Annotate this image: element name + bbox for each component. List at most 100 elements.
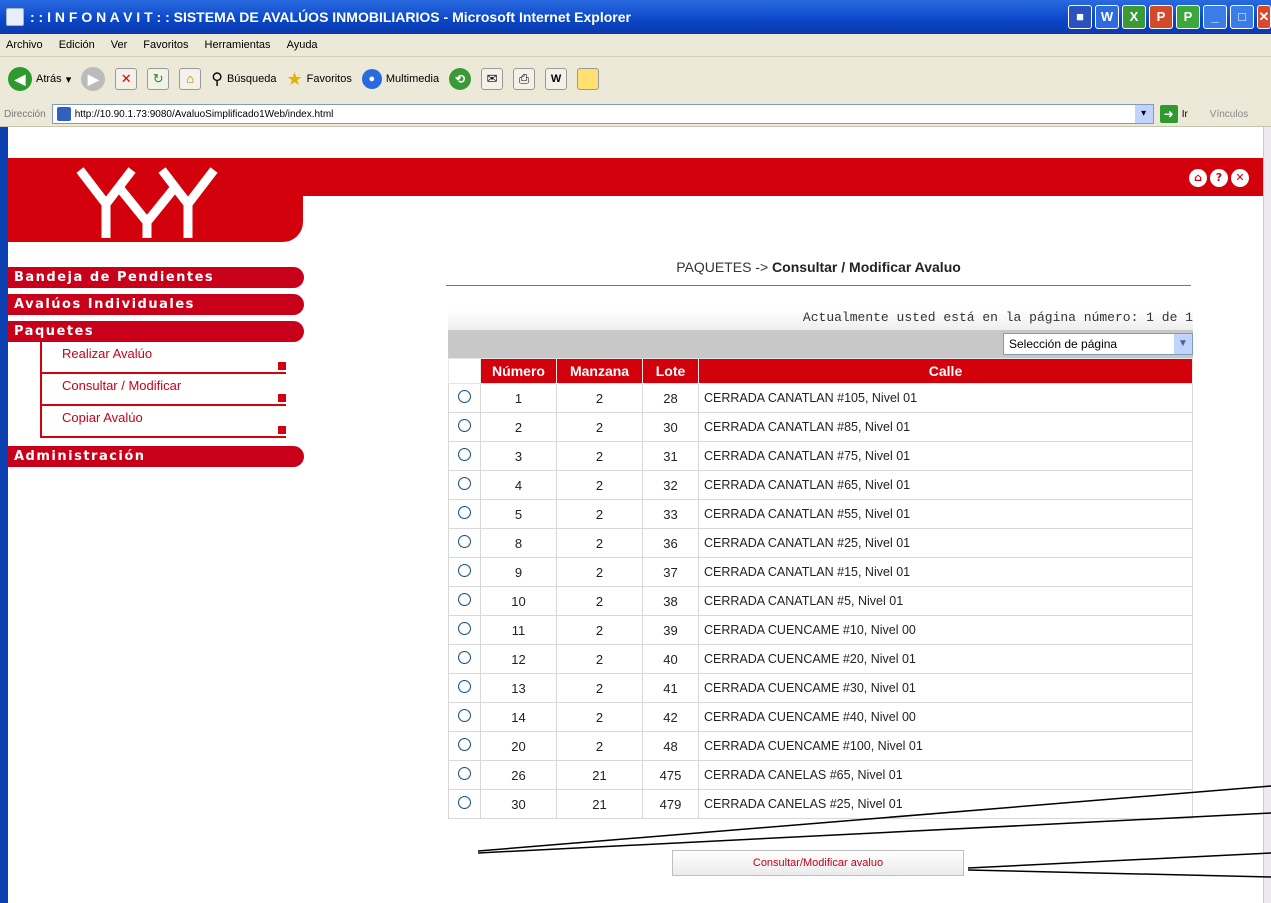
menu-herramientas[interactable]: Herramientas — [205, 39, 271, 51]
excel-icon[interactable]: X — [1122, 5, 1146, 29]
menu-edicion[interactable]: Edición — [59, 39, 95, 51]
row-select-cell — [448, 673, 481, 703]
nav-administracion[interactable]: Administración — [8, 446, 304, 467]
cell-lote: 479 — [642, 789, 699, 819]
row-radio[interactable] — [458, 390, 471, 403]
row-select-cell — [448, 528, 481, 558]
cell-calle: CERRADA CANATLAN #15, Nivel 01 — [698, 557, 1193, 587]
cell-manzana: 2 — [556, 441, 643, 471]
notes-icon[interactable] — [577, 68, 600, 90]
row-radio[interactable] — [458, 506, 471, 519]
cell-lote: 37 — [642, 557, 699, 587]
back-button[interactable]: ◀ Atrás ▾ — [8, 67, 71, 91]
row-radio[interactable] — [458, 419, 471, 432]
cell-manzana: 2 — [556, 644, 643, 674]
cell-manzana: 21 — [556, 760, 643, 790]
maximize-icon[interactable]: □ — [1230, 5, 1254, 29]
cell-calle: CERRADA CANATLAN #25, Nivel 01 — [698, 528, 1193, 558]
help-icon[interactable]: ? — [1210, 169, 1228, 187]
row-select-cell — [448, 557, 481, 587]
mail-icon[interactable]: ✉ — [481, 68, 504, 90]
go-arrow-icon: ➜ — [1159, 105, 1178, 123]
chevron-down-icon: ▼ — [1174, 334, 1192, 354]
project-icon[interactable]: P — [1176, 5, 1200, 29]
breadcrumb-current: Consultar / Modificar Avaluo — [772, 259, 961, 275]
nav-avaluos-individuales[interactable]: Avalúos Individuales — [8, 294, 304, 315]
menu-ver[interactable]: Ver — [111, 39, 128, 51]
history-icon[interactable]: ⟲ — [449, 68, 472, 90]
cell-manzana: 2 — [556, 557, 643, 587]
row-select-cell — [448, 383, 481, 413]
row-radio[interactable] — [458, 564, 471, 577]
row-radio[interactable] — [458, 593, 471, 606]
refresh-icon[interactable]: ↻ — [147, 68, 170, 90]
powerpoint-icon[interactable]: P — [1149, 5, 1173, 29]
address-input[interactable]: http://10.90.1.73:9080/AvaluoSimplificad… — [51, 104, 1154, 124]
row-radio[interactable] — [458, 477, 471, 490]
table-row: 13 2 41 CERRADA CUENCAME #30, Nivel 01 — [448, 673, 1193, 703]
cell-lote: 40 — [642, 644, 699, 674]
cell-calle: CERRADA CANATLAN #5, Nivel 01 — [698, 586, 1193, 616]
taskbar-app-icon[interactable]: ■ — [1068, 5, 1092, 29]
row-radio[interactable] — [458, 767, 471, 780]
row-radio[interactable] — [458, 709, 471, 722]
cell-numero: 11 — [480, 615, 557, 645]
favorites-button[interactable]: ★ Favoritos — [286, 69, 351, 90]
address-dropdown-icon[interactable]: ▾ — [1134, 105, 1153, 123]
close-icon[interactable]: ✕ — [1257, 5, 1271, 29]
consultar-modificar-button[interactable]: Consultar/Modificar avaluo — [672, 850, 964, 876]
row-select-cell — [448, 760, 481, 790]
row-radio[interactable] — [458, 680, 471, 693]
address-label: Dirección — [4, 108, 46, 120]
forward-icon[interactable]: ▶ — [81, 67, 106, 91]
row-radio[interactable] — [458, 796, 471, 809]
close-icon[interactable]: ✕ — [1231, 169, 1249, 187]
row-select-cell — [448, 731, 481, 761]
vertical-scrollbar[interactable] — [1263, 127, 1271, 903]
cell-manzana: 21 — [556, 789, 643, 819]
cell-calle: CERRADA CUENCAME #10, Nivel 00 — [698, 615, 1193, 645]
nav-bandeja-pendientes[interactable]: Bandeja de Pendientes — [8, 267, 304, 288]
cell-numero: 26 — [480, 760, 557, 790]
star-icon: ★ — [286, 68, 303, 89]
menu-favoritos[interactable]: Favoritos — [143, 39, 188, 51]
nav-paquetes[interactable]: Paquetes — [8, 321, 304, 342]
cell-calle: CERRADA CANELAS #65, Nivel 01 — [698, 760, 1193, 790]
links-button[interactable]: Vínculos — [1210, 109, 1248, 120]
cell-numero: 30 — [480, 789, 557, 819]
page-select[interactable]: Selección de página ▼ — [1003, 333, 1193, 355]
stop-icon[interactable]: ✕ — [115, 68, 138, 90]
cell-numero: 1 — [480, 383, 557, 413]
pagination-bar: Selección de página ▼ — [448, 330, 1193, 358]
minimize-icon[interactable]: _ — [1203, 5, 1227, 29]
subnav-realizar-avaluo[interactable]: Realizar Avalúo — [40, 342, 286, 374]
row-radio[interactable] — [458, 622, 471, 635]
menu-ayuda[interactable]: Ayuda — [287, 39, 318, 51]
menu-archivo[interactable]: Archivo — [6, 39, 43, 51]
table-row: 8 2 36 CERRADA CANATLAN #25, Nivel 01 — [448, 528, 1193, 558]
row-radio[interactable] — [458, 738, 471, 751]
cell-numero: 14 — [480, 702, 557, 732]
edit-word-icon[interactable]: W — [545, 68, 568, 90]
home-icon[interactable]: ⌂ — [1189, 169, 1207, 187]
page-icon — [56, 107, 71, 121]
row-radio[interactable] — [458, 535, 471, 548]
media-button[interactable]: ● Multimedia — [361, 69, 439, 89]
search-button[interactable]: ⚲ Búsqueda — [211, 69, 276, 89]
cell-manzana: 2 — [556, 383, 643, 413]
home-icon[interactable]: ⌂ — [179, 68, 202, 90]
row-select-cell — [448, 702, 481, 732]
row-select-cell — [448, 615, 481, 645]
row-radio[interactable] — [458, 651, 471, 664]
row-radio[interactable] — [458, 448, 471, 461]
cell-manzana: 2 — [556, 673, 643, 703]
print-icon[interactable]: ⎙ — [513, 68, 536, 90]
cell-lote: 48 — [642, 731, 699, 761]
header-icons: ⌂ ? ✕ — [1189, 169, 1249, 187]
go-button[interactable]: ➜ Ir — [1159, 105, 1188, 123]
word-icon[interactable]: W — [1095, 5, 1119, 29]
media-icon: ● — [361, 69, 382, 89]
cell-numero: 13 — [480, 673, 557, 703]
subnav-consultar-modificar[interactable]: Consultar / Modificar — [40, 374, 286, 406]
subnav-copiar-avaluo[interactable]: Copiar Avalúo — [40, 406, 286, 438]
